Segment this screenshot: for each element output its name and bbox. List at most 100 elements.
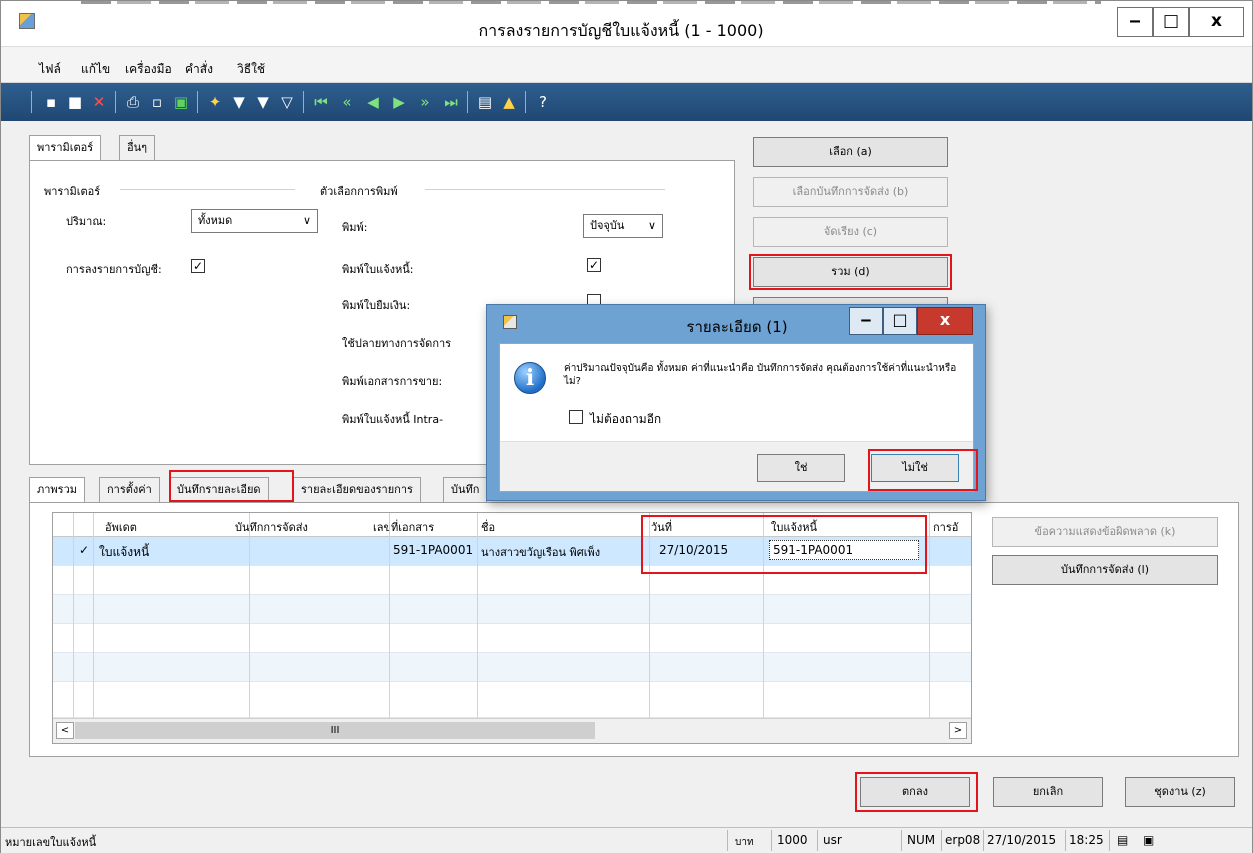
select-button[interactable]: เลือก (a): [753, 137, 948, 167]
table-row[interactable]: [53, 653, 971, 682]
print-select[interactable]: ปัจจุบัน ∨: [583, 214, 663, 238]
delete-icon[interactable]: ✕: [89, 92, 109, 112]
quantity-select[interactable]: ทั้งหมด ∨: [191, 209, 318, 233]
scroll-left-icon[interactable]: <: [56, 722, 74, 739]
menu-help[interactable]: วิธีใช้: [237, 60, 265, 79]
row-check-mark: ✓: [79, 543, 90, 557]
summary-button[interactable]: รวม (d): [753, 257, 948, 287]
cell-update: ใบแจ้งหนี้: [99, 545, 150, 559]
column-date[interactable]: วันที่: [651, 518, 672, 536]
status-divider: [1065, 830, 1066, 851]
dialog-close-button[interactable]: x: [917, 307, 973, 335]
dont-ask-checkbox[interactable]: [569, 410, 583, 424]
no-button[interactable]: ไม่ใช่: [871, 454, 959, 482]
tab-detail-log[interactable]: บันทึกรายละเอียด: [169, 477, 269, 503]
select-packing-button[interactable]: เลือกบันทึกการจัดส่ง (b): [753, 177, 948, 207]
print-preview-icon[interactable]: ▫: [147, 92, 167, 112]
export-excel-icon[interactable]: ▣: [171, 92, 191, 112]
print-options-group-title: ตัวเลือกการพิมพ์: [320, 182, 404, 200]
horizontal-scrollbar[interactable]: < III >: [53, 718, 971, 743]
menu-bar: ไฟล์ แก้ไข เครื่องมือ คำสั่ง วิธีใช้: [1, 47, 1252, 83]
column-packing-slip[interactable]: บันทึกการจัดส่ง: [235, 518, 308, 536]
ok-button[interactable]: ตกลง: [860, 777, 970, 807]
tab-setup[interactable]: การตั้งค่า: [99, 477, 160, 503]
menu-tools[interactable]: เครื่องมือ: [125, 60, 172, 79]
next-page-icon[interactable]: »: [415, 92, 435, 112]
column-divider: [649, 513, 650, 718]
dont-ask-label: ไม่ต้องถามอีก: [590, 412, 662, 426]
error-message-button[interactable]: ข้อความแสดงข้อผิดพลาด (k): [992, 517, 1218, 547]
details-dialog: รายละเอียด (1) ‒ □ x i ค่าปริมาณปัจจุบัน…: [486, 304, 986, 501]
invoice-grid: อัพเดต บันทึกการจัดส่ง เลขที่เอกสาร ชื่อ…: [52, 512, 972, 744]
maximize-button[interactable]: □: [1153, 7, 1189, 37]
toolbar-separator: [197, 91, 198, 113]
scroll-right-icon[interactable]: >: [949, 722, 967, 739]
table-row[interactable]: [53, 595, 971, 624]
arrange-button[interactable]: จัดเรียง (c): [753, 217, 948, 247]
column-update[interactable]: อัพเดต: [105, 518, 137, 536]
save-icon[interactable]: ■: [65, 92, 85, 112]
close-button[interactable]: x: [1189, 7, 1244, 37]
next-record-icon[interactable]: ▶: [389, 92, 409, 112]
column-truncated[interactable]: การอั: [933, 518, 958, 536]
print-credit-label: พิมพ์ใบยืมเงิน:: [342, 299, 411, 312]
previous-record-icon[interactable]: ◀: [363, 92, 383, 112]
packing-slip-button[interactable]: บันทึกการจัดส่ง (l): [992, 555, 1218, 585]
column-document-number[interactable]: เลขที่เอกสาร: [373, 518, 434, 536]
filter-by-field-icon[interactable]: ✦: [205, 92, 225, 112]
last-record-icon[interactable]: ⏭: [441, 92, 461, 112]
minimize-button[interactable]: ‒: [1117, 7, 1153, 37]
posting-checkbox[interactable]: ✓: [191, 259, 205, 273]
print-invoice-checkbox[interactable]: ✓: [587, 258, 601, 272]
menu-file[interactable]: ไฟล์: [39, 60, 61, 79]
new-record-icon[interactable]: ▪: [41, 92, 61, 112]
session-icon[interactable]: ▣: [1143, 833, 1154, 847]
table-row[interactable]: [53, 566, 971, 595]
scroll-thumb[interactable]: III: [75, 722, 595, 739]
column-invoice[interactable]: ใบแจ้งหนี้: [771, 518, 817, 536]
yes-button[interactable]: ใช่: [757, 454, 845, 482]
tab-overview[interactable]: ภาพรวม: [29, 477, 86, 504]
previous-page-icon[interactable]: «: [337, 92, 357, 112]
print-icon[interactable]: ⎙: [123, 92, 143, 112]
column-name[interactable]: ชื่อ: [481, 518, 495, 536]
document-handling-icon[interactable]: ▤: [475, 92, 495, 112]
dialog-minimize-button[interactable]: ‒: [849, 307, 883, 335]
title-bar: การลงรายการบัญชีใบแจ้งหนี้ (1 - 1000) ‒ …: [1, 1, 1252, 47]
menu-command[interactable]: คำสั่ง: [185, 60, 213, 79]
column-divider: [93, 513, 94, 718]
tab-line-details[interactable]: รายละเอียดของรายการ: [293, 477, 421, 503]
first-record-icon[interactable]: ⏮: [311, 92, 331, 112]
dialog-message: ค่าปริมาณปัจจุบันคือ ทั้งหมด ค่าที่แนะนำ…: [564, 363, 957, 387]
cancel-button[interactable]: ยกเลิก: [993, 777, 1103, 807]
status-company[interactable]: 1000: [777, 833, 808, 847]
dialog-body: i ค่าปริมาณปัจจุบันคือ ทั้งหมด ค่าที่แนะ…: [499, 343, 974, 492]
advanced-filter-icon[interactable]: ▼: [253, 92, 273, 112]
status-currency[interactable]: บาท: [735, 835, 754, 850]
batch-button[interactable]: ชุดงาน (z): [1125, 777, 1235, 807]
tab-log[interactable]: บันทึก: [443, 477, 488, 503]
alert-icon[interactable]: ▲: [499, 92, 519, 112]
table-row[interactable]: [53, 682, 971, 718]
column-divider: [763, 513, 764, 718]
table-row[interactable]: ✓ ใบแจ้งหนี้ 591-1PA0001 นางสาวขวัญเรือน…: [53, 537, 971, 566]
status-num-lock: NUM: [907, 833, 936, 847]
tab-parameters[interactable]: พารามิเตอร์: [29, 135, 102, 162]
help-icon[interactable]: ?: [533, 92, 553, 112]
filter-by-selection-icon[interactable]: ▼: [229, 92, 249, 112]
tab-other[interactable]: อื่นๆ: [119, 135, 156, 161]
toolbar-separator: [115, 91, 116, 113]
table-row[interactable]: [53, 624, 971, 653]
database-log-icon[interactable]: ▤: [1117, 833, 1128, 847]
status-divider: [771, 830, 772, 851]
dialog-app-icon: [503, 315, 517, 329]
cell-invoice[interactable]: 591-1PA0001: [769, 540, 919, 560]
print-invoice-label: พิมพ์ใบแจ้งหนี้:: [342, 263, 414, 276]
menu-edit[interactable]: แก้ไข: [81, 60, 110, 79]
column-divider: [929, 513, 930, 718]
grid-header: อัพเดต บันทึกการจัดส่ง เลขที่เอกสาร ชื่อ…: [53, 513, 971, 537]
status-server: erp08: [945, 833, 981, 847]
dialog-maximize-button[interactable]: □: [883, 307, 917, 335]
remove-filter-icon[interactable]: ▽: [277, 92, 297, 112]
cell-name: นางสาวขวัญเรือน พิศเพ็ง: [481, 546, 601, 559]
